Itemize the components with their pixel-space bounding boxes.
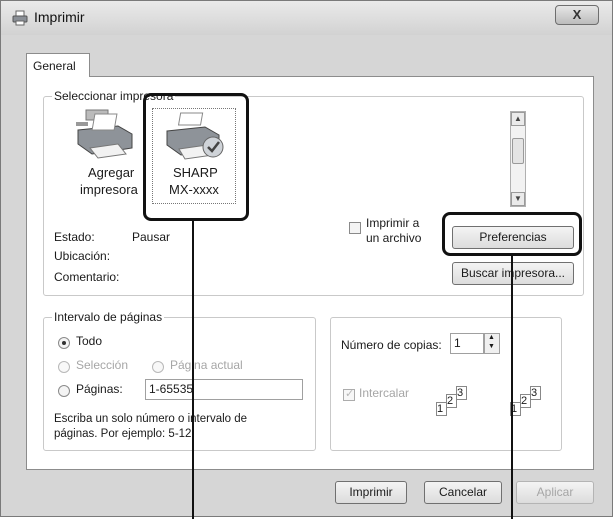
add-printer-line1: Agregar [88,165,135,180]
collate-stack-icon-1: 3 2 1 [432,386,496,426]
radio-all-pages[interactable] [58,337,70,349]
add-printer-icon [72,108,138,163]
radio-pages[interactable] [58,385,70,397]
title-bar [1,1,612,35]
collate-label: Intercalar [359,386,410,400]
print-button[interactable]: Imprimir [335,481,407,504]
location-label: Ubicación: [54,249,111,263]
apply-button[interactable]: Aplicar [516,481,594,504]
checkmark-icon: ✓ [345,388,355,400]
scroll-up-button[interactable]: ▲ [511,112,525,126]
callout-line-printer [192,221,194,519]
page-range-help-2: páginas. Por ejemplo: 5-12 [54,428,192,440]
radio-selection[interactable] [58,361,70,373]
collate-page: 1 [436,402,447,416]
copies-input[interactable]: 1 [450,333,484,354]
spin-up-icon: ▲ [488,334,495,341]
close-button[interactable]: X [555,5,599,25]
printer-list-scrollbar[interactable]: ▲ ▼ [510,111,526,207]
radio-current-page[interactable] [152,361,164,373]
spin-down-icon: ▼ [488,343,495,350]
radio-current-page-label: Página actual [170,358,243,372]
status-label: Estado: [54,230,95,244]
print-to-file-line1: Imprimir a [366,216,420,230]
page-range-help-1: Escriba un solo número o intervalo de [54,413,248,425]
window-title: Imprimir [34,9,85,25]
copies-label: Número de copias: [341,338,442,352]
collate-page: 2 [446,394,457,408]
tab-general-label: General [33,59,76,73]
radio-pages-label: Páginas: [76,382,123,396]
collate-page: 3 [530,386,541,400]
collate-checkbox[interactable]: ✓ [343,388,355,401]
comment-label: Comentario: [54,270,120,284]
pages-input[interactable]: 1-65535 [145,379,303,400]
printer-app-icon [12,10,28,29]
callout-frame-printer [143,93,249,221]
chevron-down-icon: ▼ [514,194,522,203]
add-printer-line2: impresora [80,182,138,197]
tab-general[interactable]: General [26,53,90,77]
close-icon: X [572,7,582,22]
page-range-group-label: Intervalo de páginas [52,310,165,324]
print-to-file-line2: un archivo [366,231,422,245]
scroll-thumb[interactable] [512,138,524,164]
scroll-down-button[interactable]: ▼ [511,192,525,206]
collate-page: 3 [456,386,467,400]
add-printer-item[interactable]: Agregar impresora [60,108,148,204]
callout-frame-preferences [442,212,582,256]
callout-line-preferences [511,256,513,519]
collate-page: 2 [520,394,531,408]
radio-selection-label: Selección [76,358,129,372]
radio-all-label: Todo [76,334,103,348]
chevron-up-icon: ▲ [514,114,522,123]
copies-spinner[interactable]: ▲ ▼ [484,333,500,354]
status-value: Pausar [132,230,171,244]
find-printer-button[interactable]: Buscar impresora... [452,262,574,285]
print-to-file-checkbox[interactable] [349,222,361,234]
cancel-button[interactable]: Cancelar [424,481,502,504]
collate-stack-icon-2: 3 2 1 [506,386,556,426]
